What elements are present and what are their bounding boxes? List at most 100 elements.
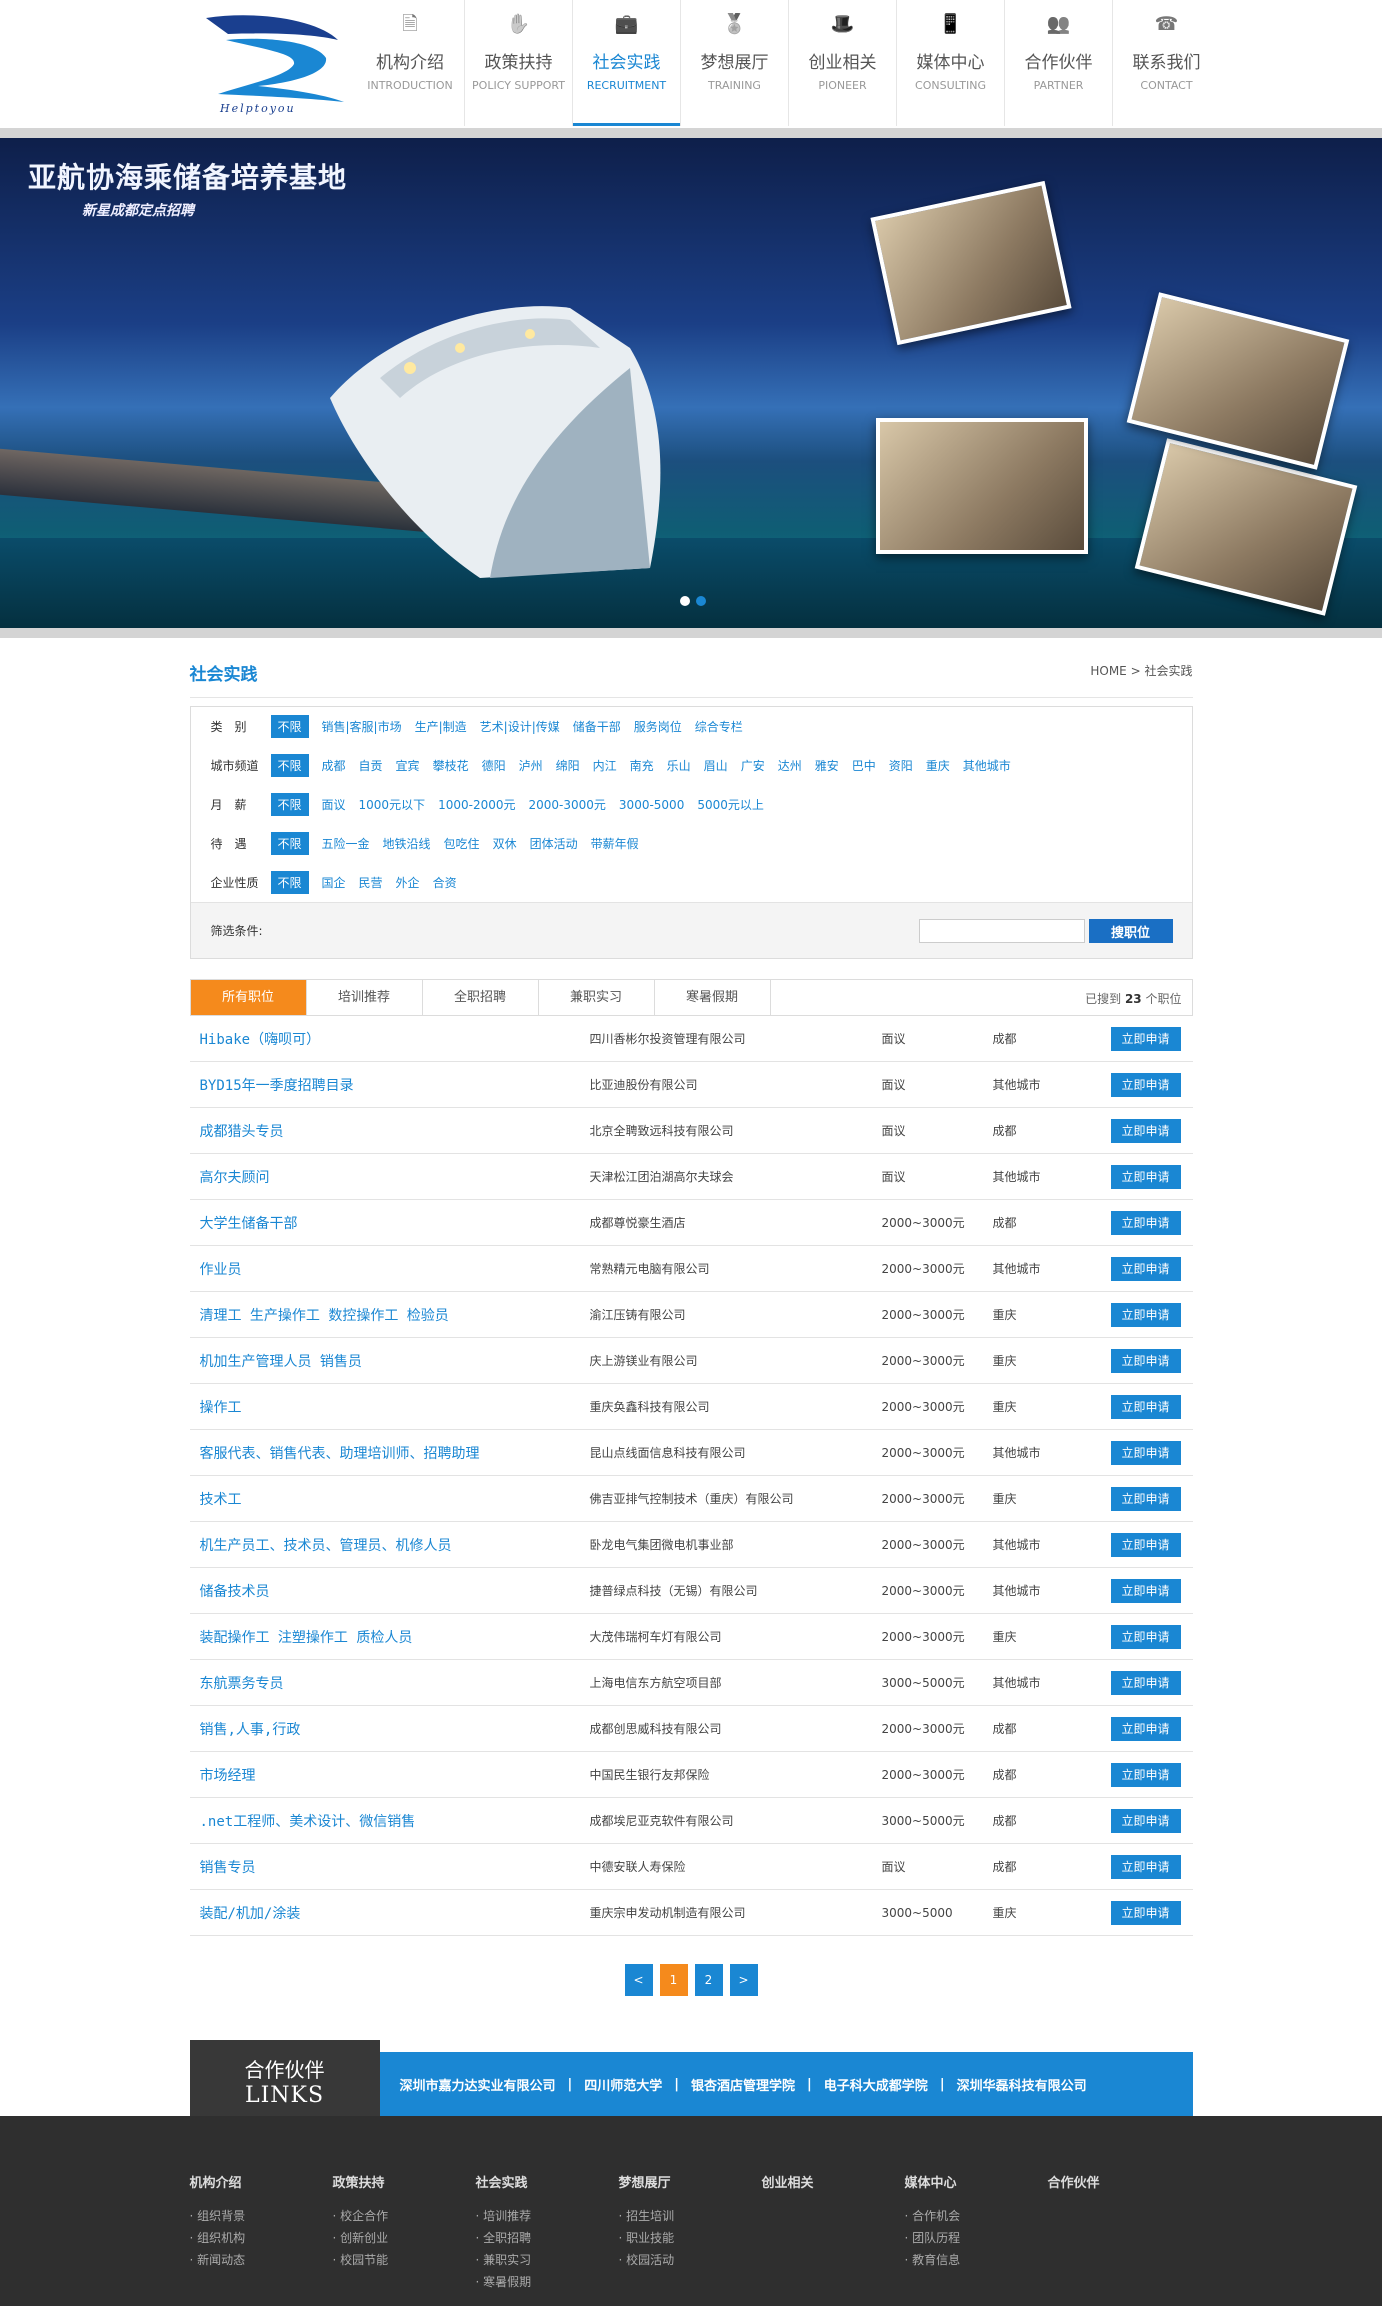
footer-link[interactable]: · 招生培训 (619, 2205, 762, 2227)
filter-option[interactable]: 1000-2000元 (438, 796, 515, 813)
filter-option[interactable]: 包吃住 (444, 835, 480, 852)
footer-column-title[interactable]: 政策扶持 (333, 2172, 476, 2191)
apply-button[interactable]: 立即申请 (1110, 1900, 1181, 1925)
filter-option[interactable]: 达州 (778, 757, 802, 774)
job-title[interactable]: 大学生储备干部 (200, 1213, 298, 1233)
filter-option[interactable]: 雅安 (815, 757, 839, 774)
apply-button[interactable]: 立即申请 (1110, 1118, 1181, 1143)
job-title[interactable]: 清理工 生产操作工 数控操作工 检验员 (200, 1305, 449, 1325)
filter-option[interactable]: 广安 (741, 757, 765, 774)
apply-button[interactable]: 立即申请 (1110, 1348, 1181, 1373)
filter-option[interactable]: 双休 (493, 835, 517, 852)
filter-option[interactable]: 团体活动 (530, 835, 578, 852)
job-title[interactable]: 成都猎头专员 (200, 1121, 284, 1141)
apply-button[interactable]: 立即申请 (1110, 1532, 1181, 1557)
nav-item-partner[interactable]: 👥 合作伙伴 PARTNER (1004, 0, 1112, 126)
job-title[interactable]: 技术工 (200, 1489, 242, 1509)
footer-link[interactable]: · 校园节能 (333, 2249, 476, 2271)
next-page-button[interactable]: > (729, 1964, 758, 1996)
footer-link[interactable]: · 团队历程 (905, 2227, 1048, 2249)
job-title[interactable]: 销售专员 (200, 1857, 256, 1877)
nav-item-training[interactable]: 🏅 梦想展厅 TRAINING (680, 0, 788, 126)
filter-option[interactable]: 地铁沿线 (383, 835, 431, 852)
apply-button[interactable]: 立即申请 (1110, 1440, 1181, 1465)
filter-option[interactable]: 成都 (322, 757, 346, 774)
filter-option[interactable]: 资阳 (889, 757, 913, 774)
filter-option[interactable]: 眉山 (704, 757, 728, 774)
footer-link[interactable]: · 职业技能 (619, 2227, 762, 2249)
filter-option[interactable]: 艺术|设计|传媒 (480, 718, 560, 735)
filter-option[interactable]: 5000元以上 (697, 796, 764, 813)
apply-button[interactable]: 立即申请 (1110, 1578, 1181, 1603)
tab-1[interactable]: 所有职位 (190, 980, 307, 1015)
footer-link[interactable]: · 组织机构 (190, 2227, 333, 2249)
nav-item-contact[interactable]: ☎ 联系我们 CONTACT (1112, 0, 1220, 126)
filter-option[interactable]: 服务岗位 (634, 718, 682, 735)
footer-column-title[interactable]: 合作伙伴 (1048, 2172, 1191, 2191)
tab-5[interactable]: 寒暑假期 (654, 980, 771, 1015)
filter-option[interactable]: 自贡 (359, 757, 383, 774)
filter-option[interactable]: 重庆 (926, 757, 950, 774)
job-title[interactable]: 操作工 (200, 1397, 242, 1417)
filter-option[interactable]: 德阳 (482, 757, 506, 774)
nav-item-policy-support[interactable]: ✋ 政策扶持 POLICY SUPPORT (464, 0, 572, 126)
page-1-button[interactable]: 1 (659, 1964, 688, 1996)
apply-button[interactable]: 立即申请 (1110, 1210, 1181, 1235)
filter-option[interactable]: 面议 (322, 796, 346, 813)
job-title[interactable]: 作业员 (200, 1259, 242, 1279)
apply-button[interactable]: 立即申请 (1110, 1624, 1181, 1649)
job-title[interactable]: 东航票务专员 (200, 1673, 284, 1693)
apply-button[interactable]: 立即申请 (1110, 1256, 1181, 1281)
footer-link[interactable]: · 教育信息 (905, 2249, 1048, 2271)
filter-option[interactable]: 南充 (630, 757, 654, 774)
job-title[interactable]: BYD15年一季度招聘目录 (200, 1075, 354, 1095)
footer-column-title[interactable]: 媒体中心 (905, 2172, 1048, 2191)
logo[interactable]: 助梦 Helptoyou (198, 10, 350, 115)
apply-button[interactable]: 立即申请 (1110, 1808, 1181, 1833)
job-title[interactable]: .net工程师、美术设计、微信销售 (200, 1811, 416, 1831)
job-title[interactable]: 储备技术员 (200, 1581, 270, 1601)
footer-link[interactable]: · 培训推荐 (476, 2205, 619, 2227)
footer-column-title[interactable]: 社会实践 (476, 2172, 619, 2191)
filter-option[interactable]: 巴中 (852, 757, 876, 774)
search-button[interactable]: 搜职位 (1088, 919, 1173, 943)
job-title[interactable]: 销售,人事,行政 (200, 1719, 301, 1739)
partner-link[interactable]: 银杏酒店管理学院 (691, 2075, 795, 2094)
footer-link[interactable]: · 兼职实习 (476, 2249, 619, 2271)
slide-dot[interactable] (680, 596, 690, 606)
filter-option[interactable]: 不限 (270, 832, 309, 855)
filter-option[interactable]: 乐山 (667, 757, 691, 774)
apply-button[interactable]: 立即申请 (1110, 1164, 1181, 1189)
job-title[interactable]: 高尔夫顾问 (200, 1167, 270, 1187)
tab-2[interactable]: 培训推荐 (306, 980, 423, 1015)
partner-link[interactable]: 深圳华磊科技有限公司 (957, 2075, 1087, 2094)
filter-option[interactable]: 3000-5000 (619, 798, 684, 812)
footer-link[interactable]: · 校园活动 (619, 2249, 762, 2271)
partner-link[interactable]: 深圳市嘉力达实业有限公司 (400, 2075, 556, 2094)
footer-link[interactable]: · 组织背景 (190, 2205, 333, 2227)
filter-option[interactable]: 宜宾 (396, 757, 420, 774)
apply-button[interactable]: 立即申请 (1110, 1394, 1181, 1419)
filter-option[interactable]: 综合专栏 (695, 718, 743, 735)
apply-button[interactable]: 立即申请 (1110, 1762, 1181, 1787)
nav-item-introduction[interactable]: 🗎 机构介绍 INTRODUCTION (356, 0, 464, 126)
footer-link[interactable]: · 全职招聘 (476, 2227, 619, 2249)
page-2-button[interactable]: 2 (694, 1964, 723, 1996)
filter-option[interactable]: 储备干部 (573, 718, 621, 735)
slide-dot[interactable] (696, 596, 706, 606)
nav-item-consulting[interactable]: 📱 媒体中心 CONSULTING (896, 0, 1004, 126)
apply-button[interactable]: 立即申请 (1110, 1716, 1181, 1741)
job-title[interactable]: 装配/机加/涂装 (200, 1903, 301, 1923)
filter-option[interactable]: 泸州 (519, 757, 543, 774)
partner-link[interactable]: 电子科大成都学院 (824, 2075, 928, 2094)
nav-item-recruitment[interactable]: 💼 社会实践 RECRUITMENT (572, 0, 680, 126)
filter-option[interactable]: 生产|制造 (415, 718, 467, 735)
tab-3[interactable]: 全职招聘 (422, 980, 539, 1015)
filter-option[interactable]: 2000-3000元 (529, 796, 606, 813)
filter-option[interactable]: 带薪年假 (591, 835, 639, 852)
footer-column-title[interactable]: 梦想展厅 (619, 2172, 762, 2191)
search-input[interactable] (918, 919, 1085, 943)
job-title[interactable]: 机生产员工、技术员、管理员、机修人员 (200, 1535, 452, 1555)
filter-option[interactable]: 其他城市 (963, 757, 1011, 774)
filter-option[interactable]: 五险一金 (322, 835, 370, 852)
